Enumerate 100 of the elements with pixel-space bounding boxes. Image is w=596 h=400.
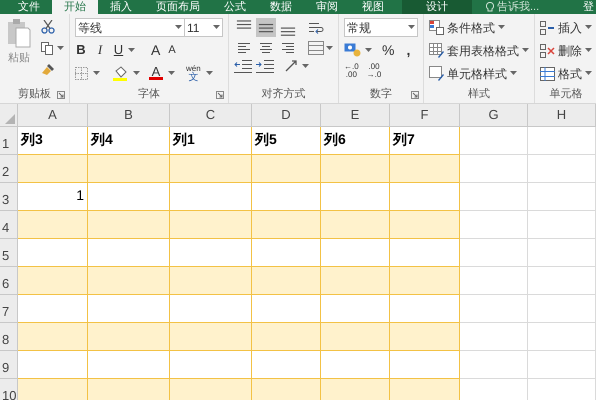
cells-menu-button[interactable]: 格式 [540, 64, 592, 83]
italic-button[interactable]: I [95, 40, 105, 60]
caret-icon[interactable] [206, 70, 213, 76]
style-menu-button[interactable]: 套用表格格式 [429, 41, 529, 60]
dialog-launcher-icon[interactable] [216, 91, 224, 99]
borders-icon[interactable] [75, 66, 88, 80]
format-painter-icon[interactable] [41, 63, 55, 76]
caret-icon[interactable] [168, 70, 175, 76]
delete-cells-icon [540, 44, 555, 58]
caret-icon[interactable] [585, 48, 592, 53]
row-header[interactable]: 7 [0, 295, 18, 323]
font-size-field[interactable]: 11 [185, 18, 223, 37]
caret-icon[interactable] [213, 25, 220, 30]
column-header[interactable]: B [88, 104, 170, 127]
row-header[interactable]: 6 [0, 267, 18, 295]
table-header-cell: 列5 [252, 127, 321, 155]
decrease-indent-icon[interactable] [234, 59, 252, 73]
row-header[interactable]: 2 [0, 155, 18, 183]
row-header[interactable]: 3 [0, 183, 18, 211]
caret-icon[interactable] [133, 70, 140, 76]
font-name-field[interactable]: 等线 [75, 18, 185, 37]
text-orientation-icon[interactable] [284, 59, 298, 73]
caret-icon[interactable] [510, 71, 517, 76]
table-header-cell: 列7 [390, 127, 460, 155]
phonetic-label[interactable]: wén [186, 64, 201, 73]
column-header[interactable]: H [528, 104, 596, 127]
ribbon-tab[interactable]: 开始 [52, 0, 98, 14]
format-cells-icon [540, 66, 555, 80]
group-label: 对齐方式 [262, 86, 306, 102]
sign-in-link[interactable]: 登 [583, 0, 594, 14]
table-header-cell: 列3 [18, 127, 88, 155]
merge-cells-icon[interactable] [308, 41, 324, 55]
group-label: 样式 [468, 86, 490, 102]
bold-button[interactable]: B [75, 40, 87, 60]
shrink-font-button[interactable]: A [168, 42, 176, 58]
number-format-field[interactable]: 常规 [344, 18, 418, 37]
caret-icon[interactable] [522, 48, 529, 53]
ribbon-tab[interactable]: 页面布局 [144, 0, 212, 14]
ribbon-tab[interactable]: 数据 [258, 0, 304, 14]
group-label: 字体 [138, 86, 160, 102]
dialog-launcher-icon[interactable] [411, 91, 419, 99]
caret-icon[interactable] [175, 25, 182, 30]
cell-styles-icon [429, 66, 444, 81]
style-menu-button[interactable]: 单元格样式 [429, 64, 529, 83]
caret-icon[interactable] [326, 46, 333, 50]
column-header[interactable]: D [252, 104, 321, 127]
caret-icon[interactable] [128, 48, 135, 52]
ribbon-tab[interactable]: 视图 [350, 0, 396, 14]
percent-style-button[interactable]: % [382, 40, 394, 60]
caret-icon[interactable] [93, 70, 100, 76]
decrease-decimal-button[interactable]: .00 →.0 [366, 63, 382, 79]
clipboard-icon [7, 18, 31, 48]
caret-icon[interactable] [408, 25, 415, 30]
row-header[interactable]: 5 [0, 239, 18, 267]
font-color-button[interactable]: A [152, 66, 160, 77]
lightbulb-icon [486, 2, 494, 12]
underline-button[interactable]: U [113, 40, 124, 60]
caret-icon[interactable] [498, 25, 505, 30]
caret-icon[interactable] [585, 25, 592, 30]
ribbon-tab[interactable]: 审阅 [304, 0, 350, 14]
row-header[interactable]: 4 [0, 211, 18, 239]
copy-icon[interactable] [41, 42, 54, 55]
dialog-launcher-icon[interactable] [57, 91, 65, 99]
group-label: 剪贴板 [18, 86, 51, 102]
currency-icon[interactable] [344, 43, 361, 57]
font-color-bar [149, 77, 163, 80]
comma-style-button[interactable]: , [406, 40, 410, 60]
row-header[interactable]: 8 [0, 323, 18, 351]
row-header[interactable]: 9 [0, 351, 18, 379]
column-header[interactable]: E [321, 104, 390, 127]
table-header-cell: 列6 [321, 127, 390, 155]
row-header[interactable]: 10 [0, 379, 18, 400]
tell-me-search[interactable]: 告诉我... [497, 0, 540, 14]
fill-color-icon[interactable] [113, 66, 128, 80]
column-header[interactable]: F [390, 104, 460, 127]
increase-decimal-button[interactable]: ←.0 .00 [344, 63, 359, 79]
row-header[interactable]: 1 [0, 127, 18, 155]
vertical-align-middle-icon[interactable] [256, 18, 276, 37]
caret-icon[interactable] [365, 48, 372, 52]
cells-menu-button[interactable]: 插入 [540, 18, 592, 37]
table-cell: 1 [18, 183, 88, 211]
cells-menu-button[interactable]: 删除 [540, 41, 592, 60]
column-header[interactable]: G [460, 104, 528, 127]
table-format-icon [429, 43, 444, 58]
column-header[interactable]: A [18, 104, 88, 127]
ribbon-tab[interactable]: 文件 [6, 0, 52, 14]
ribbon-tab[interactable]: 公式 [212, 0, 258, 14]
ribbon-tab[interactable]: 设计 [402, 0, 472, 14]
column-header[interactable]: C [170, 104, 252, 127]
grow-font-button[interactable]: A [151, 40, 160, 60]
caret-icon[interactable] [57, 46, 64, 51]
caret-icon[interactable] [302, 64, 309, 68]
caret-icon[interactable] [585, 71, 592, 76]
style-menu-button[interactable]: 条件格式 [429, 18, 529, 37]
phonetic-label[interactable]: 文 [188, 73, 198, 82]
ribbon-tab[interactable]: 插入 [98, 0, 144, 14]
conditional-formatting-icon [429, 20, 444, 35]
scissors-icon[interactable] [41, 20, 55, 34]
group-label: 单元格 [550, 86, 582, 102]
increase-indent-icon[interactable] [256, 59, 274, 73]
